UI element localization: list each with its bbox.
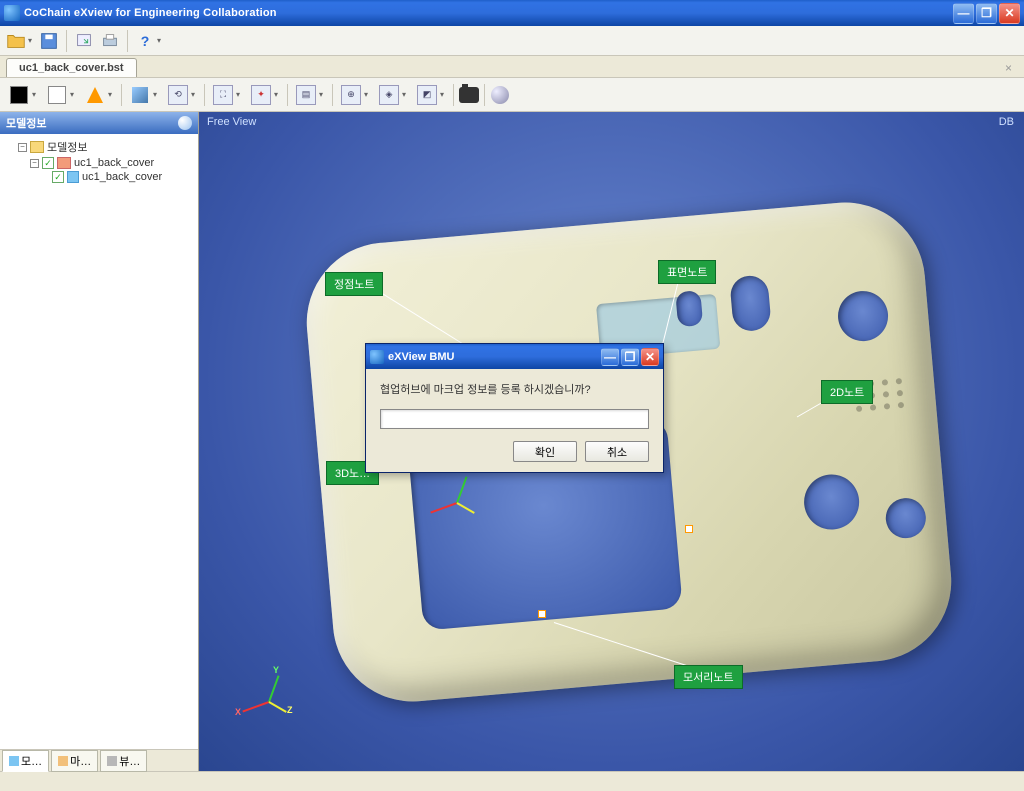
iso-dropdown[interactable]: ▾ [399, 90, 409, 99]
axes-button[interactable]: ✦ [249, 83, 273, 107]
app-title: CoChain eXview for Engineering Collabora… [24, 7, 953, 19]
dialog-minimize-button[interactable]: — [601, 348, 619, 366]
document-tabstrip: uc1_back_cover.bst × [0, 56, 1024, 78]
bg2-dropdown[interactable]: ▾ [67, 90, 77, 99]
checkbox-icon[interactable]: ✓ [42, 157, 54, 169]
model-tree[interactable]: − 모델정보 − ✓ uc1_back_cover ✓ uc1_back_cov… [0, 134, 198, 749]
print-button[interactable] [98, 29, 122, 53]
dialog-close-button[interactable]: ✕ [641, 348, 659, 366]
isometric-button[interactable]: ◈ [377, 83, 401, 107]
world-axis-gizmo: X Y Z [239, 671, 299, 731]
view-toolbar: ▾ ▾ ▾ ▾ ⟲ ▾ ⛶ ▾ ✦ ▾ ▤ ▾ ⊕ ▾ ◈ ▾ ◩ ▾ [0, 78, 1024, 112]
measure-dropdown[interactable]: ▾ [361, 90, 371, 99]
resize-grip [0, 771, 1024, 787]
sidebar: 모델정보 − 모델정보 − ✓ uc1_back_cover [0, 112, 199, 771]
sidebar-tab-model[interactable]: 모… [2, 750, 49, 772]
measure-button[interactable]: ⊕ [339, 83, 363, 107]
bg-black-swatch[interactable] [7, 83, 31, 107]
save-button[interactable] [37, 29, 61, 53]
open-dropdown[interactable]: ▾ [25, 36, 35, 45]
bg-dropdown[interactable]: ▾ [29, 90, 39, 99]
dialog-message: 협업허브에 마크업 정보를 등록 하시겠습니까? [380, 381, 649, 397]
globe-button[interactable] [488, 83, 512, 107]
tree-root-label: 모델정보 [47, 139, 87, 155]
dialog-text-input[interactable] [380, 409, 649, 429]
export-button[interactable] [72, 29, 96, 53]
viewport-mode-label: Free View [207, 116, 256, 128]
section-dropdown[interactable]: ▾ [316, 90, 326, 99]
edge-marker-icon [538, 610, 546, 618]
axis-x-label: X [235, 707, 241, 717]
sidebar-panel-title: 모델정보 [6, 115, 46, 131]
orbit-dropdown[interactable]: ▾ [188, 90, 198, 99]
orbit-button[interactable]: ⟲ [166, 83, 190, 107]
model-axis-gizmo [427, 472, 477, 522]
tree-node-2-label: uc1_back_cover [82, 171, 162, 183]
annotation-vertex-note[interactable]: 정점노트 [325, 272, 383, 296]
surface-marker-icon [685, 525, 693, 533]
viewport-db-label: DB [999, 116, 1014, 128]
annotation-edge-note[interactable]: 모서리노트 [674, 665, 743, 689]
document-tab[interactable]: uc1_back_cover.bst [6, 58, 137, 77]
checkbox-icon[interactable]: ✓ [52, 171, 64, 183]
close-button[interactable]: ✕ [999, 3, 1020, 24]
dialog-maximize-button[interactable]: ❐ [621, 348, 639, 366]
help-dropdown[interactable]: ▾ [154, 36, 164, 45]
dialog-ok-button[interactable]: 확인 [513, 441, 577, 462]
maximize-button[interactable]: ❐ [976, 3, 997, 24]
minimize-button[interactable]: — [953, 3, 974, 24]
render-style-button[interactable] [83, 83, 107, 107]
view-cube-button[interactable] [128, 83, 152, 107]
collapse-icon[interactable]: − [30, 159, 39, 168]
assembly-icon [57, 157, 71, 169]
tree-node-2[interactable]: ✓ uc1_back_cover [52, 170, 194, 184]
part-icon [67, 171, 79, 183]
titlebar: CoChain eXview for Engineering Collabora… [0, 0, 1024, 26]
dialog-title: eXView BMU [388, 351, 601, 363]
tree-node-1[interactable]: − ✓ uc1_back_cover [30, 156, 194, 170]
dialog-titlebar[interactable]: eXView BMU — ❐ ✕ [366, 344, 663, 369]
annotation-2d-note[interactable]: 2D노트 [821, 380, 873, 404]
axis-y-label: Y [273, 665, 279, 675]
sidebar-tab-view[interactable]: 뷰… [100, 750, 147, 772]
tree-root[interactable]: − 모델정보 [18, 138, 194, 156]
dialog-icon [370, 350, 384, 364]
dialog-cancel-button[interactable]: 취소 [585, 441, 649, 462]
primary-toolbar: ▾ ? ▾ [0, 26, 1024, 56]
plan-button[interactable]: ◩ [415, 83, 439, 107]
folder-icon [30, 141, 44, 153]
markup-register-dialog: eXView BMU — ❐ ✕ 협업허브에 마크업 정보를 등록 하시겠습니까… [365, 343, 664, 473]
snapshot-button[interactable] [457, 83, 481, 107]
app-icon [4, 5, 20, 21]
axis-z-label: Z [287, 705, 293, 715]
bg-white-swatch[interactable] [45, 83, 69, 107]
pin-icon[interactable] [178, 116, 192, 130]
tab-close-button[interactable]: × [999, 59, 1018, 77]
fit-dropdown[interactable]: ▾ [233, 90, 243, 99]
fit-button[interactable]: ⛶ [211, 83, 235, 107]
annotation-surface-note[interactable]: 표면노트 [658, 260, 716, 284]
axes-dropdown[interactable]: ▾ [271, 90, 281, 99]
sidebar-tab-markup[interactable]: 마… [51, 750, 98, 772]
sidebar-panel-header: 모델정보 [0, 112, 198, 134]
collapse-icon[interactable]: − [18, 143, 27, 152]
sidebar-bottom-tabs: 모… 마… 뷰… [0, 749, 198, 771]
tree-node-1-label: uc1_back_cover [74, 157, 154, 169]
plan-dropdown[interactable]: ▾ [437, 90, 447, 99]
section-button[interactable]: ▤ [294, 83, 318, 107]
view-cube-dropdown[interactable]: ▾ [150, 90, 160, 99]
render-dropdown[interactable]: ▾ [105, 90, 115, 99]
